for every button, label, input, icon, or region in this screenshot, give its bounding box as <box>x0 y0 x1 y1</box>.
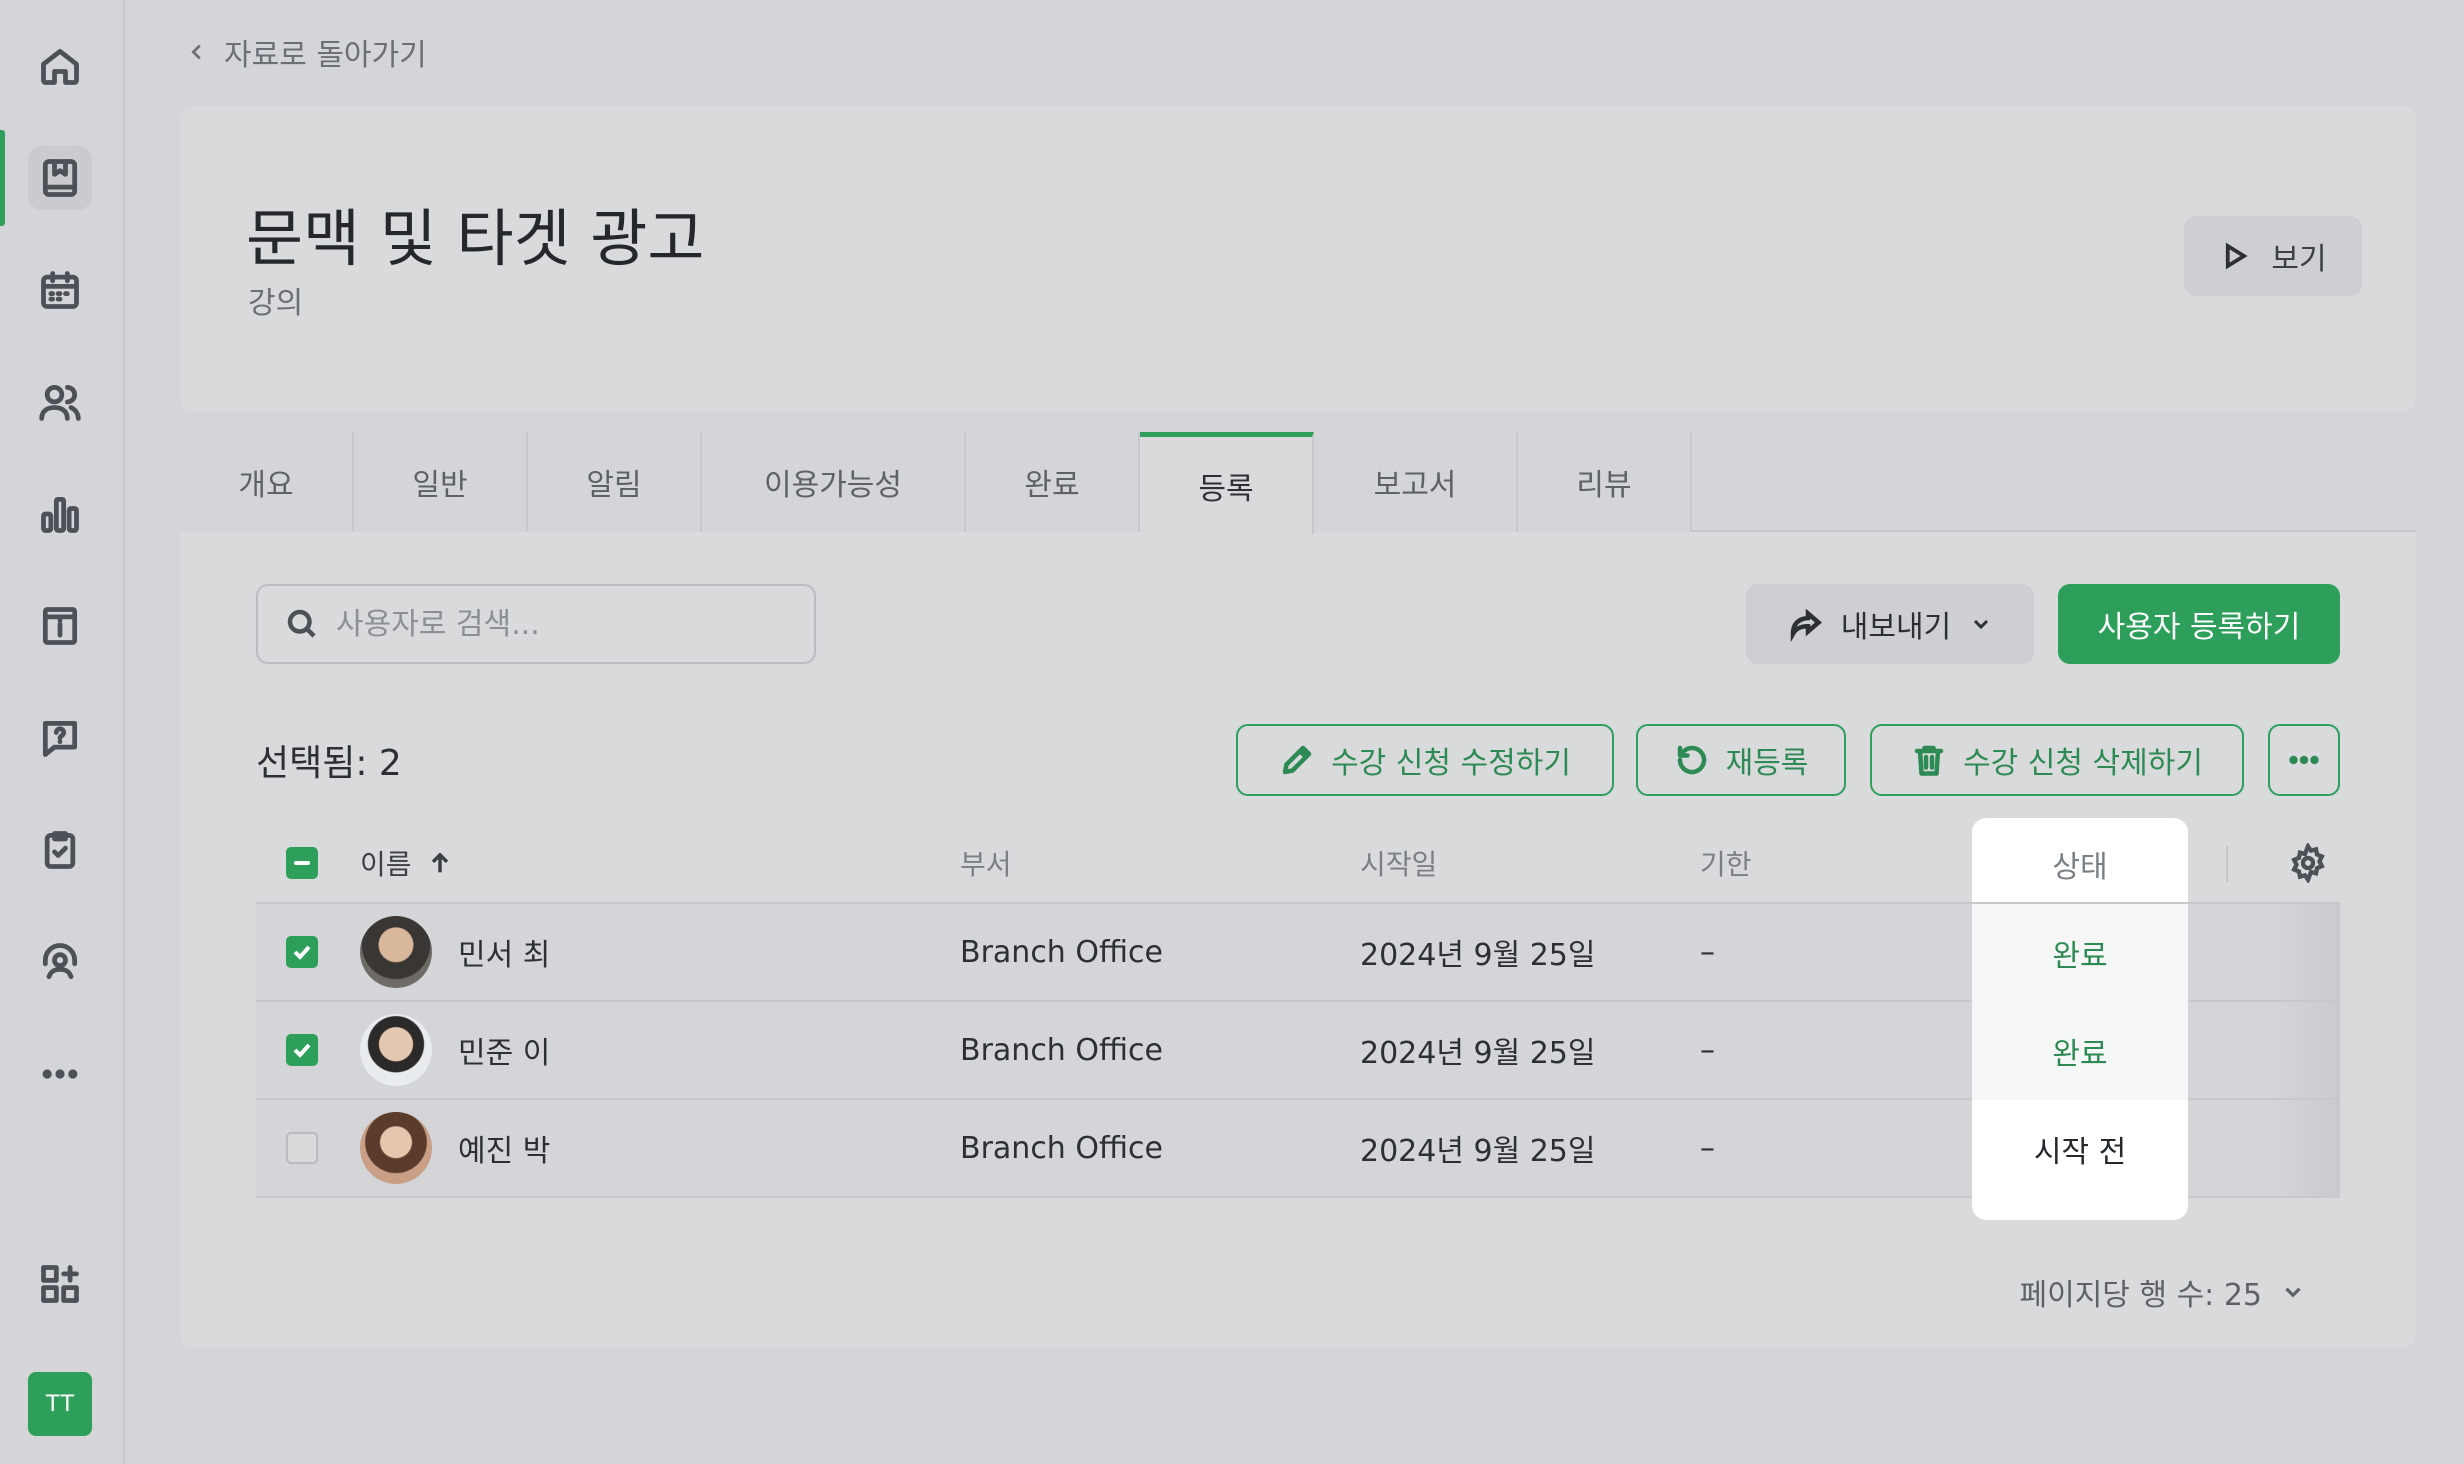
status-badge: 완료 <box>1972 1002 2188 1100</box>
selected-count: 선택됨: 2 <box>256 743 402 784</box>
avatar <box>360 916 432 988</box>
share-icon <box>1790 608 1822 642</box>
chevron-down-icon <box>2285 1287 2301 1298</box>
chevron-down-icon <box>1974 619 1989 630</box>
reenroll-button[interactable]: 재등록 <box>1636 724 1846 796</box>
table-row[interactable]: 예진 박 Branch Office 2024년 9월 25일 – 시작 전 <box>256 1100 2340 1198</box>
tab-general[interactable]: 일반 <box>354 432 528 532</box>
more-icon[interactable] <box>28 1042 92 1106</box>
row-checkbox[interactable] <box>286 936 318 968</box>
user-name[interactable]: 민준 이 <box>458 1028 550 1072</box>
add-widget-icon[interactable] <box>28 1252 92 1316</box>
row-checkbox[interactable] <box>286 1132 318 1164</box>
column-due-header[interactable]: 기한 <box>1700 824 1752 902</box>
department: Branch Office <box>960 1032 1163 1068</box>
search-box[interactable] <box>256 584 816 664</box>
tab-reviews[interactable]: 리뷰 <box>1518 432 1692 532</box>
refresh-icon <box>1677 745 1706 775</box>
export-button[interactable]: 내보내기 <box>1746 584 2034 664</box>
more-actions-button[interactable] <box>2268 724 2340 796</box>
edit-enrollment-button[interactable]: 수강 신청 수정하기 <box>1236 724 1614 796</box>
delete-enrollment-button[interactable]: 수강 신청 삭제하기 <box>1870 724 2244 796</box>
page-title: 문맥 및 타겟 광고 <box>246 202 705 275</box>
back-link-label: 자료로 돌아가기 <box>224 38 427 73</box>
back-link[interactable]: 자료로 돌아가기 <box>186 30 427 74</box>
start-date: 2024년 9월 25일 <box>1360 1134 1596 1169</box>
help-icon[interactable] <box>28 706 92 770</box>
user-name[interactable]: 민서 최 <box>458 930 550 974</box>
table-row[interactable]: 민서 최 Branch Office 2024년 9월 25일 – 완료 <box>256 904 2340 1002</box>
tasks-icon[interactable] <box>28 818 92 882</box>
tab-availability[interactable]: 이용가능성 <box>702 432 966 532</box>
edit-enrollment-label: 수강 신청 수정하기 <box>1331 746 1571 781</box>
sort-asc-icon <box>431 852 448 873</box>
active-indicator <box>0 130 5 226</box>
status-badge: 시작 전 <box>1972 1100 2188 1198</box>
due-date: – <box>1700 934 1715 970</box>
tab-notifications[interactable]: 알림 <box>528 432 702 532</box>
calendar-icon[interactable] <box>28 258 92 322</box>
department: Branch Office <box>960 934 1163 970</box>
column-start-header[interactable]: 시작일 <box>1360 824 1437 902</box>
row-checkbox[interactable] <box>286 1034 318 1066</box>
chevron-left-icon <box>191 44 201 60</box>
department: Branch Office <box>960 1130 1163 1166</box>
register-users-button[interactable]: 사용자 등록하기 <box>2058 584 2340 664</box>
table-settings-button[interactable] <box>2276 824 2340 902</box>
support-icon[interactable] <box>28 930 92 994</box>
column-name-header[interactable]: 이름 <box>360 824 454 902</box>
column-name-label: 이름 <box>360 848 412 881</box>
due-date: – <box>1700 1032 1715 1068</box>
avatar <box>360 1112 432 1184</box>
search-icon <box>287 609 316 638</box>
view-button-label: 보기 <box>2271 242 2327 277</box>
table-row[interactable]: 민준 이 Branch Office 2024년 9월 25일 – 완료 <box>256 1002 2340 1100</box>
delete-enrollment-label: 수강 신청 삭제하기 <box>1963 746 2203 781</box>
enrollment-table: 이름 부서 시작일 기한 상태 민서 최 Branch Office 2024년… <box>256 824 2340 1198</box>
ellipsis-icon <box>2289 755 2319 765</box>
start-date: 2024년 9월 25일 <box>1360 1036 1596 1071</box>
export-button-label: 내보내기 <box>1840 610 1952 645</box>
tab-reports[interactable]: 보고서 <box>1314 432 1518 532</box>
column-department-header[interactable]: 부서 <box>960 824 1012 902</box>
column-status-header[interactable]: 상태 <box>1972 824 2188 904</box>
reenroll-label: 재등록 <box>1725 746 1809 781</box>
catalog-icon[interactable] <box>28 594 92 658</box>
courses-icon[interactable] <box>28 146 92 210</box>
rows-per-page[interactable]: 페이지당 행 수: 25 <box>2020 1270 2307 1314</box>
view-button[interactable]: 보기 <box>2184 216 2362 296</box>
tab-enrollment[interactable]: 등록 <box>1140 432 1314 534</box>
tab-bar: 개요 일반 알림 이용가능성 완료 등록 보고서 리뷰 <box>180 432 2416 534</box>
table-header: 이름 부서 시작일 기한 상태 <box>256 824 2340 904</box>
start-date: 2024년 9월 25일 <box>1360 938 1596 973</box>
sidebar: TT <box>0 0 125 1464</box>
tab-overview[interactable]: 개요 <box>180 432 354 532</box>
page-subtitle: 강의 <box>248 286 304 321</box>
pencil-icon <box>1282 745 1312 775</box>
user-name[interactable]: 예진 박 <box>458 1126 550 1170</box>
rows-per-page-label: 페이지당 행 수: 25 <box>2019 1278 2263 1313</box>
user-avatar[interactable]: TT <box>28 1372 92 1436</box>
gear-icon <box>2291 843 2325 883</box>
search-input[interactable] <box>336 606 776 642</box>
tab-completion[interactable]: 완료 <box>966 432 1140 532</box>
users-icon[interactable] <box>28 370 92 434</box>
due-date: – <box>1700 1130 1715 1166</box>
status-badge: 완료 <box>1972 904 2188 1002</box>
play-icon <box>2226 242 2248 270</box>
select-all-checkbox[interactable] <box>286 847 318 879</box>
reports-icon[interactable] <box>28 482 92 546</box>
home-icon[interactable] <box>28 34 92 98</box>
trash-icon <box>1914 745 1944 776</box>
course-header: 문맥 및 타겟 광고 강의 보기 <box>180 106 2416 412</box>
avatar <box>360 1014 432 1086</box>
